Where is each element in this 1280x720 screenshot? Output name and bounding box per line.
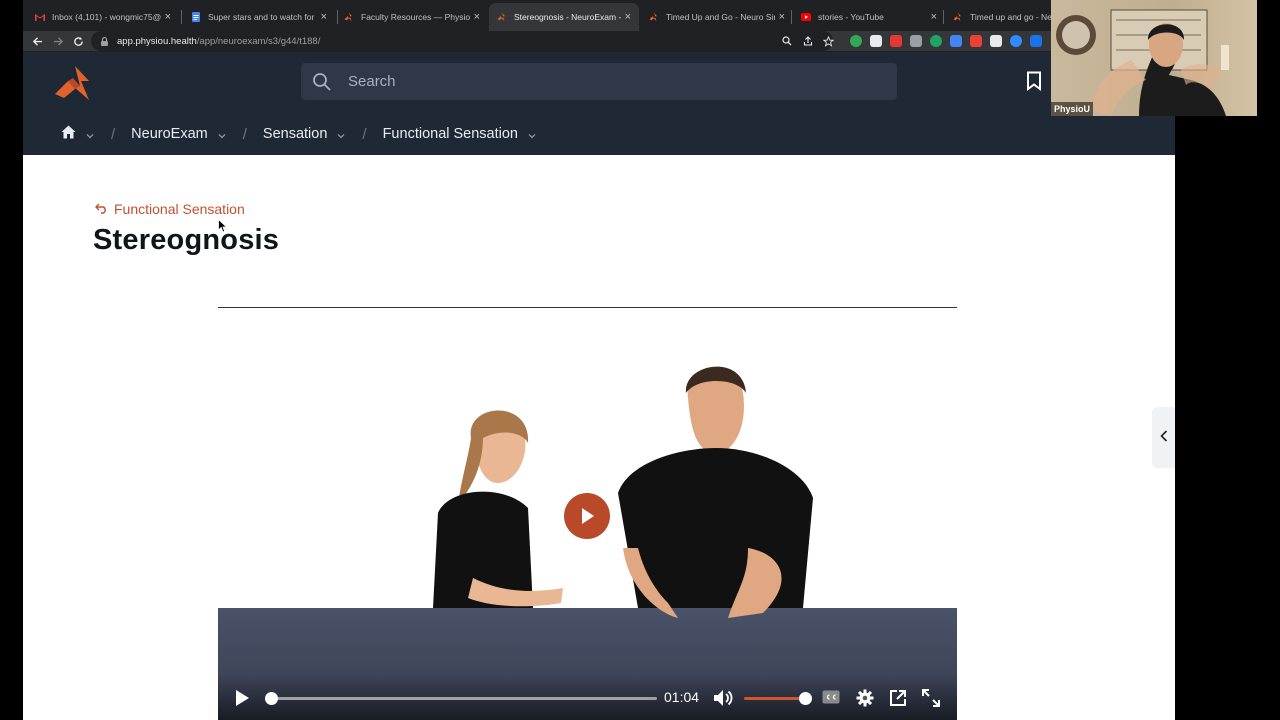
gmail-icon [35,12,45,22]
extension-icon[interactable] [1030,35,1042,47]
browser-tab[interactable]: Super stars and to watch for × [183,3,335,31]
physiou-logo[interactable] [53,66,93,100]
close-tab-icon[interactable]: × [321,11,327,23]
app-header: Search / NeuroExam / Sensation / Functio… [23,52,1175,155]
close-tab-icon[interactable]: × [779,11,785,23]
page-title: Stereognosis [93,224,280,256]
video-controls: 01:04 [218,673,957,720]
settings-gear-icon[interactable] [856,689,874,707]
volume-icon[interactable] [713,689,733,707]
star-bookmark-icon[interactable] [821,34,835,48]
chevron-down-icon [527,129,537,139]
physiou-icon [344,12,354,22]
play-icon[interactable] [233,689,251,707]
adblock-icon[interactable] [890,35,902,47]
back-link[interactable]: Functional Sensation [95,201,245,217]
webcam-video [1056,9,1229,116]
breadcrumb-separator: / [111,125,116,143]
return-arrow-icon [95,201,114,217]
captions-icon[interactable] [822,689,840,707]
share-icon[interactable] [801,34,815,48]
volume-handle[interactable] [799,692,812,705]
url-host: app.physiou.health [117,35,197,47]
chevron-down-icon [336,129,346,139]
webcam-name-label: PhysioU [1051,102,1094,116]
extension-icon[interactable] [950,35,962,47]
browser-tab[interactable]: Timed Up and Go - Neuro Sim × [641,3,793,31]
webcam-overlay: PhysioU [1051,0,1257,116]
breadcrumb-sensation[interactable]: Sensation [263,126,347,142]
fullscreen-icon[interactable] [922,689,940,707]
search-input[interactable]: Search [301,63,897,100]
browser-tab[interactable]: Inbox (4,101) - wongmic75@g × [27,3,179,31]
chevron-down-icon [85,129,95,139]
breadcrumb: / NeuroExam / Sensation / Functional Sen… [61,121,537,147]
mouse-cursor-icon [218,218,228,233]
browser-tab[interactable]: Faculty Resources — PhysioU × [336,3,488,31]
screen: Inbox (4,101) - wongmic75@g × Super star… [23,0,1175,720]
physiou-icon [497,12,507,22]
zoom-extension-icon[interactable] [1010,35,1022,47]
reload-icon[interactable] [70,33,86,49]
browser-tab-bar: Inbox (4,101) - wongmic75@g × Super star… [23,0,1175,31]
video-frame-person [618,366,813,618]
zoom-icon[interactable] [780,34,794,48]
physiou-icon [953,12,963,22]
search-icon [312,72,332,92]
bookmark-icon[interactable] [1026,71,1042,91]
close-tab-icon[interactable]: × [474,11,480,23]
breadcrumb-functional-sensation[interactable]: Functional Sensation [383,126,537,142]
browser-toolbar: app.physiou.health/app/neuroexam/s3/g44/… [23,31,1175,52]
breadcrumb-home[interactable] [61,125,95,143]
close-tab-icon[interactable]: × [625,11,631,23]
docs-icon [191,12,201,22]
side-panel-toggle[interactable] [1152,407,1175,468]
video-player[interactable]: 01:04 [218,307,957,720]
extension-icon[interactable] [990,35,1002,47]
lock-icon [101,36,109,46]
browser-tab[interactable]: stories - YouTube × [793,3,945,31]
forward-arrow-icon[interactable] [50,33,66,49]
progress-handle[interactable] [265,692,278,705]
video-frame-person [433,410,563,608]
play-overlay-button[interactable] [564,493,610,539]
breadcrumb-separator: / [362,125,367,143]
extension-icon[interactable] [870,35,882,47]
extension-icon[interactable] [930,35,942,47]
chevron-left-icon [1159,429,1168,447]
address-bar[interactable]: app.physiou.health/app/neuroexam/s3/g44/… [91,31,833,51]
chevron-down-icon [217,129,227,139]
close-tab-icon[interactable]: × [165,11,171,23]
breadcrumb-separator: / [242,125,247,143]
extension-icon[interactable] [970,35,982,47]
popout-icon[interactable] [889,689,907,707]
extension-icon[interactable] [850,35,862,47]
progress-bar[interactable] [265,692,657,705]
url-path: /app/neuroexam/s3/g44/t188/ [196,35,321,47]
close-tab-icon[interactable]: × [931,11,937,23]
breadcrumb-neuroexam[interactable]: NeuroExam [131,126,227,142]
search-placeholder: Search [348,73,396,90]
extension-icon[interactable] [910,35,922,47]
back-arrow-icon[interactable] [29,33,45,49]
physiou-icon [649,12,659,22]
volume-slider[interactable] [744,692,812,705]
youtube-icon [801,12,811,22]
home-icon [61,125,76,143]
browser-tab-active[interactable]: Stereognosis - NeuroExam - P × [489,3,639,31]
video-time: 01:04 [664,689,700,705]
